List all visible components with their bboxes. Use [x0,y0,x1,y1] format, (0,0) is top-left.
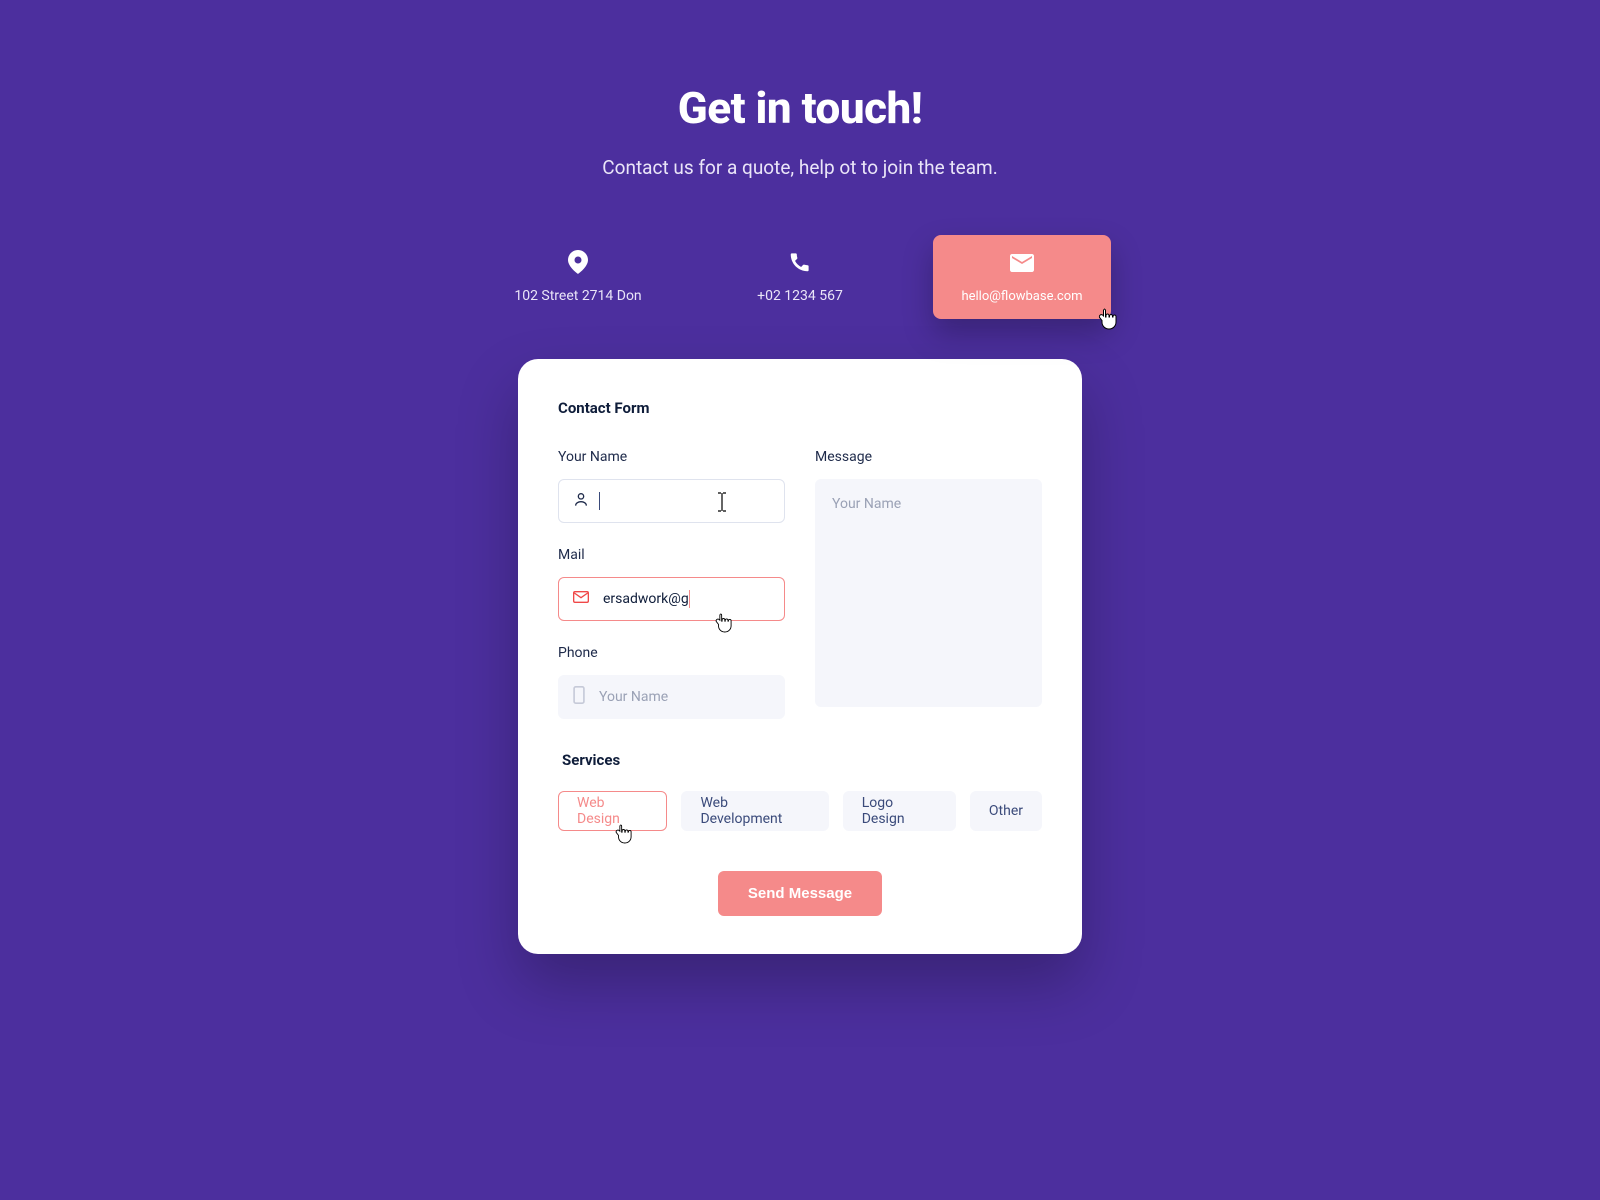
phone-placeholder: Your Name [599,689,668,705]
message-placeholder: Your Name [832,496,901,512]
mail-input-value: ersadwork@g [603,591,689,607]
text-caret [689,590,690,608]
chip-logo-design[interactable]: Logo Design [843,791,956,831]
pointer-cursor-icon [714,612,732,634]
chip-label: Other [989,803,1023,819]
message-textarea[interactable]: Your Name [815,479,1042,707]
chip-label: Web Design [577,795,648,827]
user-icon [573,491,589,511]
name-input[interactable] [558,479,785,523]
phone-label: Phone [558,645,785,661]
card-title: Contact Form [558,399,1042,417]
contact-email-text: hello@flowbase.com [961,289,1082,304]
pointer-cursor-icon [1097,307,1117,331]
contact-info-row: 102 Street 2714 Don +02 1234 567 hello@f… [489,235,1111,319]
chip-label: Logo Design [862,795,937,827]
contact-phone-card[interactable]: +02 1234 567 [711,235,889,319]
mail-input[interactable]: ersadwork@g [558,577,785,621]
phone-icon [788,250,812,274]
contact-form-card: Contact Form Your Name Mail [518,359,1082,954]
name-label: Your Name [558,449,785,465]
location-pin-icon [566,250,590,274]
mail-field-icon [573,590,589,608]
phone-input[interactable]: Your Name [558,675,785,719]
send-message-button[interactable]: Send Message [718,871,882,916]
message-label: Message [815,449,1042,465]
contact-address-text: 102 Street 2714 Don [514,288,641,304]
chip-web-design[interactable]: Web Design [558,791,667,831]
mail-label: Mail [558,547,785,563]
phone-field-icon [573,686,585,708]
contact-email-card[interactable]: hello@flowbase.com [933,235,1111,319]
services-label: Services [562,751,1042,769]
contact-address-card[interactable]: 102 Street 2714 Don [489,235,667,319]
chip-label: Web Development [700,795,809,827]
text-caret [599,492,600,510]
chip-web-development[interactable]: Web Development [681,791,828,831]
mail-icon [1010,251,1034,275]
contact-phone-text: +02 1234 567 [757,288,843,304]
page-title: Get in touch! [602,82,997,134]
page-subtitle: Contact us for a quote, help ot to join … [602,156,997,179]
text-cursor-icon [716,492,728,512]
chip-other[interactable]: Other [970,791,1042,831]
